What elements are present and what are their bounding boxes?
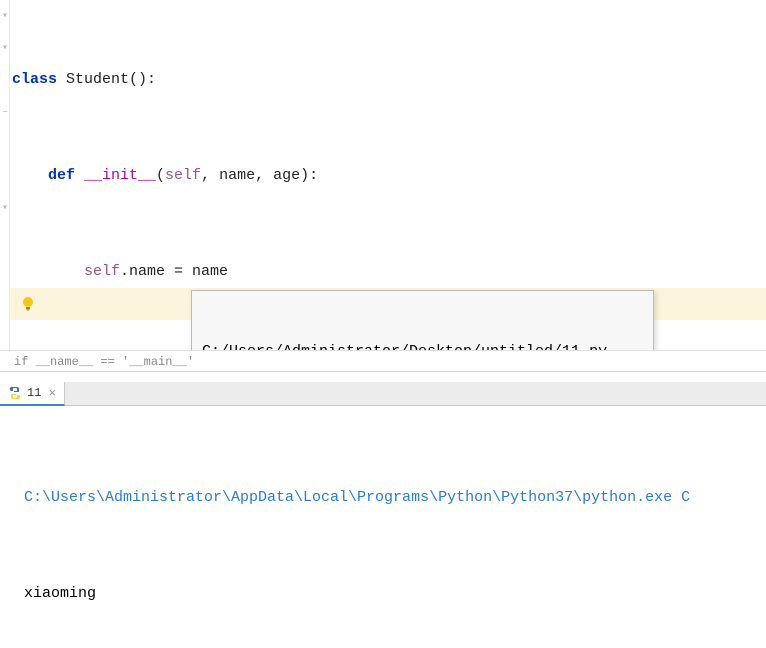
- code-editor[interactable]: ▾ ▾ – ▾ class Student(): def __init__(se…: [0, 0, 766, 350]
- keyword-self: self: [84, 263, 120, 280]
- gutter: ▾ ▾ – ▾: [0, 0, 10, 350]
- keyword-def: def: [12, 167, 84, 184]
- close-icon[interactable]: ×: [48, 386, 56, 401]
- console-output: xiaoming: [24, 578, 766, 610]
- fold-end-icon: –: [0, 108, 10, 118]
- run-console[interactable]: C:\Users\Administrator\AppData\Local\Pro…: [0, 406, 766, 648]
- tooltip-path: C:/Users/Administrator/Desktop/untitled/…: [202, 341, 643, 350]
- run-tool-tabs: 11 ×: [0, 382, 766, 406]
- run-tab-label: 11: [27, 386, 41, 400]
- keyword-class: class: [12, 71, 57, 88]
- run-tab[interactable]: 11 ×: [0, 382, 65, 406]
- intention-bulb-icon[interactable]: [20, 296, 36, 312]
- code-text: [12, 263, 84, 280]
- console-command: C:\Users\Administrator\AppData\Local\Pro…: [24, 482, 766, 514]
- fold-marker-icon[interactable]: ▾: [0, 12, 10, 22]
- quick-doc-tooltip[interactable]: C:/Users/Administrator/Desktop/untitled/…: [191, 290, 654, 350]
- breadcrumb-bar[interactable]: if __name__ == '__main__': [0, 350, 766, 372]
- fold-marker-icon[interactable]: ▾: [0, 204, 10, 214]
- code-text: (: [156, 167, 165, 184]
- keyword-self: self: [165, 167, 201, 184]
- fold-marker-icon[interactable]: ▾: [0, 44, 10, 54]
- function-name: __init__: [84, 167, 156, 184]
- code-text: , name, age):: [201, 167, 318, 184]
- breadcrumb-item[interactable]: if __name__ == '__main__': [14, 355, 194, 369]
- python-file-icon: [8, 386, 22, 400]
- code-text: Student():: [57, 71, 156, 88]
- code-text: .name = name: [120, 263, 228, 280]
